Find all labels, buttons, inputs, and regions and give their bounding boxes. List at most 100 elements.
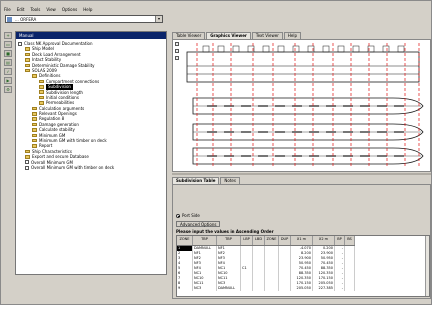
table-cell[interactable] <box>345 286 355 291</box>
folder-icon <box>25 149 30 154</box>
folder-icon <box>25 68 30 73</box>
table-cell[interactable]: 227.385 <box>313 286 335 291</box>
superstructure-block <box>382 45 390 53</box>
tree-item-label: Overall Minimum GM with timber on deck <box>31 164 115 170</box>
document-icon <box>25 165 29 170</box>
superstructure-block <box>292 45 300 53</box>
lower-tabs: Subdivision Table Notes <box>172 177 241 184</box>
chevron-down-icon[interactable]: ▾ <box>155 16 162 22</box>
input-prompt: Please input the values in Ascending Ord… <box>176 229 274 234</box>
table-cell[interactable]: 9 <box>177 286 193 291</box>
save-icon[interactable]: ■ <box>4 50 12 57</box>
folder-icon <box>39 101 44 105</box>
menu-help[interactable]: Help <box>83 7 92 13</box>
table-cell[interactable]: NC3 <box>193 286 217 291</box>
grid-scrollbar[interactable] <box>425 236 429 296</box>
column-header[interactable]: DUP <box>279 236 291 245</box>
folder-icon <box>32 128 37 132</box>
tab-item[interactable]: Table Viewer <box>172 32 206 39</box>
menu-view[interactable]: View <box>46 7 56 13</box>
new-icon[interactable]: + <box>4 32 12 39</box>
column-header[interactable]: X1 m <box>291 236 313 245</box>
folder-icon <box>39 95 44 100</box>
folder-icon <box>25 58 30 62</box>
document-icon <box>25 160 29 165</box>
app-window: File Edit Tools View Options Help ... OR… <box>0 0 432 305</box>
tab-item[interactable]: Graphics Viewer <box>206 32 251 39</box>
table-row[interactable]: 9 NC3 DAMNULL 205.050 227.385- <box>177 286 355 291</box>
superstructure-block <box>322 45 330 53</box>
navigation-tree-panel: Manual Class NK Approval Documentation Sh… <box>15 31 167 275</box>
advanced-options-button[interactable]: Advanced Options <box>176 221 221 227</box>
tab-item[interactable]: Notes <box>220 177 240 184</box>
superstructure-block <box>337 45 345 53</box>
tree-item[interactable]: Overall Minimum GM with timber on deck <box>18 165 114 170</box>
folder-icon <box>32 122 37 127</box>
project-name: ... ORFERA <box>15 17 37 22</box>
tree-header: Manual <box>16 32 166 39</box>
folder-icon <box>32 144 37 148</box>
folder-icon <box>32 138 37 143</box>
folder-icon <box>32 112 37 116</box>
left-toolbar: + ▭ ■ ▤ ✓ ▶ ⚙ <box>4 32 14 93</box>
column-header[interactable]: TBP <box>193 236 217 245</box>
menu-file[interactable]: File <box>4 7 11 13</box>
navigation-tree: Class NK Approval Documentation Ship Mode… <box>18 41 114 170</box>
table-cell[interactable]: - <box>335 286 345 291</box>
column-header[interactable]: LBD <box>253 236 265 245</box>
folder-icon <box>39 79 44 84</box>
column-header[interactable]: LBP <box>241 236 253 245</box>
table-cell[interactable]: 205.050 <box>291 286 313 291</box>
graphics-viewer <box>172 39 431 172</box>
project-selector[interactable]: ... ORFERA ▾ <box>5 15 163 23</box>
radio-button[interactable] <box>176 213 180 218</box>
run-icon[interactable]: ▶ <box>4 77 12 84</box>
folder-icon <box>32 133 37 138</box>
menu-options[interactable]: Options <box>62 7 77 13</box>
superstructure-block <box>352 45 360 53</box>
menu-edit[interactable]: Edit <box>17 7 25 13</box>
column-header[interactable]: ZONE <box>265 236 279 245</box>
folder-icon <box>25 155 30 159</box>
superstructure-block <box>217 45 225 53</box>
column-header[interactable]: BP <box>335 236 345 245</box>
viewer-tabs: Table Viewer Graphics Viewer Text Viewer He… <box>172 32 302 39</box>
ship-icon <box>7 17 12 22</box>
tab-item[interactable]: Subdivision Table <box>172 177 220 184</box>
check-icon[interactable]: ✓ <box>4 68 12 75</box>
hull-profile <box>186 51 420 83</box>
superstructure-block <box>202 45 210 53</box>
menu-tools[interactable]: Tools <box>30 7 40 13</box>
grid-rows: 1 DAMNULL NF1 -4.070 0.200-2 NF1 NF2 8.200 23.90… <box>177 246 355 291</box>
menu-bar: File Edit Tools View Options Help <box>4 7 92 13</box>
subdivision-drawing <box>186 43 424 168</box>
table-cell[interactable]: DAMNULL <box>217 286 241 291</box>
superstructure-block <box>397 45 405 53</box>
folder-icon <box>32 74 37 78</box>
column-header[interactable]: X2 m <box>313 236 335 245</box>
column-header[interactable]: ZONE <box>177 236 193 245</box>
column-header[interactable]: TBP <box>217 236 241 245</box>
folder-icon <box>32 106 37 111</box>
tab-item[interactable]: Text Viewer <box>251 32 283 39</box>
folder-icon <box>25 63 30 67</box>
subdivision-table-panel: Port Side Advanced Options Please input … <box>172 184 431 299</box>
panel-splitter[interactable] <box>172 173 431 175</box>
print-icon[interactable]: ▤ <box>4 59 12 66</box>
table-cell[interactable] <box>279 286 291 291</box>
folder-icon <box>39 85 44 89</box>
folder-icon <box>39 90 44 94</box>
superstructure-block <box>232 45 240 53</box>
folder-icon <box>25 52 30 57</box>
settings-icon[interactable]: ⚙ <box>4 86 12 93</box>
table-cell[interactable] <box>265 286 279 291</box>
superstructure-block <box>277 45 285 53</box>
tab-item[interactable]: Help <box>283 32 301 39</box>
port-side-option[interactable]: Port Side <box>176 213 200 218</box>
open-icon[interactable]: ▭ <box>4 41 12 48</box>
column-header[interactable]: BS <box>345 236 355 245</box>
table-cell[interactable] <box>253 286 265 291</box>
table-cell[interactable] <box>241 286 253 291</box>
port-side-label: Port Side <box>182 213 200 218</box>
document-icon <box>18 41 22 46</box>
